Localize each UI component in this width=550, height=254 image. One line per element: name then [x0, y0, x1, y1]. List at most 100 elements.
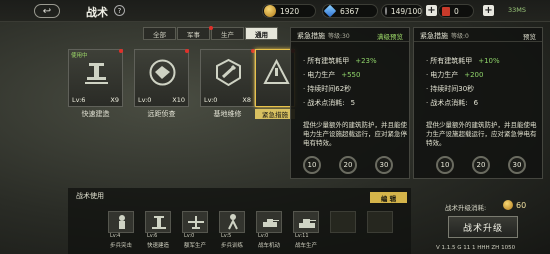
- usage-slot-fast-build[interactable]: [145, 211, 171, 233]
- tactic-detail-current: 紧急措施 等级:0 预览 · 所有建筑耗甲 +10% · 电力生产 +200 · 持续时间3…: [413, 27, 543, 179]
- detail-name: 紧急措施 等级:30: [297, 31, 350, 41]
- aircraft-icon: [188, 216, 204, 229]
- stat-label: 所有建筑耗甲: [430, 57, 473, 65]
- detail-description: 提供少量额外的建筑防护，并且能使电力生产设施超载运行，应对紧急停电有特效。: [426, 121, 537, 147]
- slot-level: Lv:5: [221, 233, 232, 239]
- usage-slot-tank-production[interactable]: [293, 211, 319, 233]
- card-level: Lv:0: [204, 96, 218, 104]
- slot-name: 步兵突击: [109, 243, 132, 249]
- upgrade-cost-value: 60: [516, 200, 527, 210]
- card-level: Lv:6: [72, 96, 86, 104]
- infantry-icon: [119, 215, 125, 229]
- detail-header: 紧急措施 等级:30 满级预览: [291, 28, 409, 42]
- add-flag-button[interactable]: +: [483, 5, 494, 16]
- stat-value: 5: [350, 99, 356, 107]
- tab-general[interactable]: 通用: [245, 27, 278, 40]
- stat-label: 电力生产: [307, 71, 336, 79]
- slot-level: Lv:0: [258, 233, 269, 239]
- detail-name: 紧急措施 等级:0: [420, 31, 469, 41]
- stat-armor: · 所有建筑耗甲 +23%: [303, 57, 377, 65]
- detail-header: 紧急措施 等级:0 预览: [414, 28, 542, 42]
- help-button[interactable]: ?: [114, 5, 125, 16]
- flag-icon: [442, 6, 450, 16]
- usage-slot-empty[interactable]: [330, 211, 356, 233]
- level-20-button[interactable]: 20: [472, 156, 490, 174]
- edit-button[interactable]: 编 辑: [370, 192, 407, 203]
- stat-label: 持续时间62秒: [307, 85, 352, 93]
- add-stamina-button[interactable]: +: [426, 5, 437, 16]
- tactic-usage-panel: 战术使用 编 辑 Lv:4 步兵突击 Lv:6 快速建造 Lv:0 额军生产 L…: [68, 188, 411, 254]
- detail-level: 等级:30: [328, 33, 350, 40]
- stat-label: 战术点消耗:: [307, 99, 345, 107]
- card-count: X9: [110, 96, 119, 104]
- detail-description: 提供少量额外的建筑防护，并且能使电力生产设施超载运行，应对紧急停电有特效。: [303, 121, 407, 147]
- soldier-icon: [228, 214, 238, 230]
- stat-duration: · 持续时间30秒: [426, 85, 475, 93]
- tactic-card-fast-build[interactable]: 使用中 Lv:6 X9: [68, 49, 123, 107]
- repair-icon: [216, 58, 241, 87]
- max-level-preview-tag[interactable]: 满级预览: [377, 31, 403, 41]
- card-count: X10: [172, 96, 185, 104]
- stamina-counter: 149/100: [381, 4, 423, 18]
- usage-slot-air-production[interactable]: [182, 211, 208, 233]
- card-name: 基地维修: [213, 110, 242, 118]
- tab-production[interactable]: 生产: [211, 27, 244, 40]
- slot-level: Lv:6: [147, 233, 158, 239]
- stat-value: +200: [464, 71, 484, 79]
- gold-coin-icon: [264, 5, 276, 17]
- tactic-card-base-repair[interactable]: Lv:0 X8: [200, 49, 255, 107]
- gold-coin-icon: [503, 200, 513, 210]
- level-30-button[interactable]: 30: [508, 156, 526, 174]
- slot-level: Lv:4: [110, 233, 121, 239]
- ping-status: 33MS: [508, 6, 527, 14]
- preview-tag[interactable]: 预览: [523, 31, 536, 41]
- stamina-value: 149/100: [390, 6, 422, 16]
- tactic-card-emergency[interactable]: [255, 49, 295, 107]
- tactic-card-recon[interactable]: Lv:0 X10: [134, 49, 189, 107]
- stat-label: 电力生产: [430, 71, 459, 79]
- stat-value: +550: [341, 71, 361, 79]
- stat-label: 战术点消耗:: [430, 99, 468, 107]
- usage-slot-infantry-training[interactable]: [219, 211, 245, 233]
- notification-dot: [119, 49, 123, 53]
- notification-dot: [185, 49, 189, 53]
- usage-slot-empty[interactable]: [367, 211, 393, 233]
- stat-cost: · 战术点消耗: 6: [426, 99, 479, 107]
- gem-icon: [323, 4, 337, 18]
- tab-all[interactable]: 全部: [143, 27, 176, 40]
- back-button[interactable]: ↩: [34, 4, 60, 18]
- slot-name: 步兵训练: [220, 243, 243, 249]
- level-10-button[interactable]: 10: [303, 156, 321, 174]
- stat-value: +23%: [355, 57, 377, 65]
- level-20-button[interactable]: 20: [339, 156, 357, 174]
- stat-duration: · 持续时间62秒: [303, 85, 352, 93]
- stat-value: 6: [473, 99, 479, 107]
- tab-notification-dot: [209, 26, 213, 30]
- recon-icon: [149, 59, 176, 86]
- stat-label: 持续时间30秒: [430, 85, 475, 93]
- gold-counter: 1920: [262, 4, 316, 18]
- upgrade-button[interactable]: 战术升级: [448, 216, 518, 238]
- detail-title: 紧急措施: [420, 32, 448, 40]
- version-status: V 1.1.5 G 11 1 HHH ZH 1050: [436, 245, 516, 251]
- back-arrow-icon: ↩: [42, 5, 52, 17]
- stat-cost: · 战术点消耗: 5: [303, 99, 356, 107]
- level-30-button[interactable]: 30: [375, 156, 393, 174]
- tank-icon: [299, 219, 316, 228]
- tab-military[interactable]: 军事: [177, 27, 210, 40]
- gold-value: 1920: [280, 6, 300, 16]
- usage-slot-tank-mobility[interactable]: [256, 211, 282, 233]
- gem-value: 6367: [340, 6, 360, 16]
- level-10-button[interactable]: 10: [436, 156, 454, 174]
- detail-title: 紧急措施: [297, 32, 325, 40]
- card-count: X8: [242, 96, 251, 104]
- card-name: 远距侦查: [147, 110, 176, 118]
- fast-build-icon: [85, 63, 108, 84]
- usage-slot-infantry-assault[interactable]: [108, 211, 134, 233]
- stat-label: 所有建筑耗甲: [307, 57, 350, 65]
- fast-build-icon: [152, 216, 166, 229]
- flag-value: 0: [454, 6, 459, 16]
- tactic-detail-maxlevel: 紧急措施 等级:30 满级预览 · 所有建筑耗甲 +23% · 电力生产 +550 · 持续…: [290, 27, 410, 179]
- upgrade-cost-label: 战术升级消耗:: [445, 204, 487, 212]
- card-level: Lv:0: [138, 96, 152, 104]
